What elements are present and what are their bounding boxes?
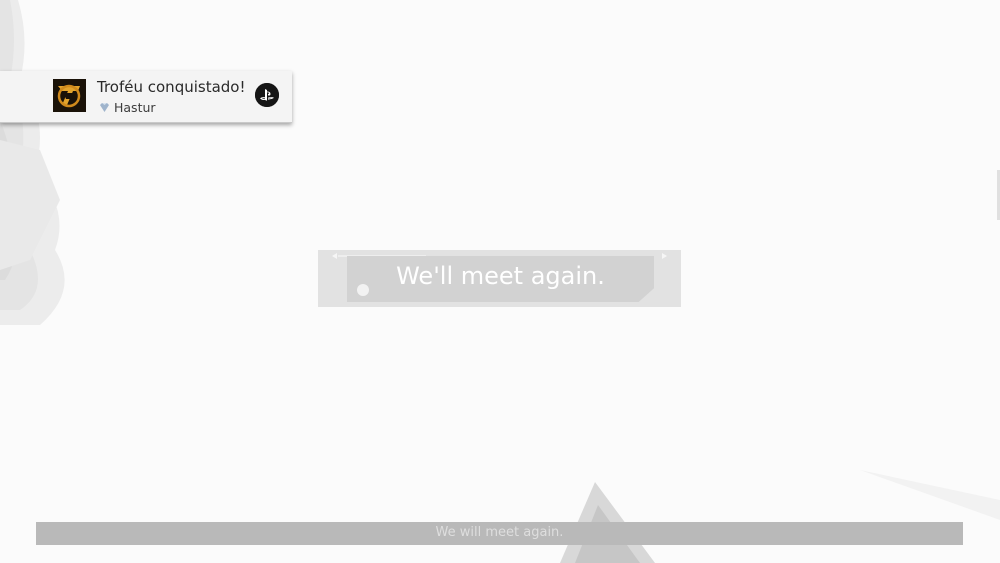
trophy-title: Troféu conquistado! <box>97 78 246 96</box>
subtitle-bar: We will meet again. <box>36 522 963 545</box>
trophy-detail: Hastur <box>99 99 156 115</box>
platinum-trophy-icon <box>100 102 109 112</box>
choice-right-arrow-icon[interactable] <box>662 253 667 259</box>
trophy-name: Hastur <box>114 99 156 115</box>
playstation-logo-icon <box>255 83 279 107</box>
choice-left-arrow-icon[interactable] <box>332 253 337 259</box>
game-emblem-icon <box>53 79 86 112</box>
trophy-notification: Troféu conquistado! Hastur <box>0 71 292 123</box>
subtitle-text: We will meet again. <box>435 525 564 540</box>
dialogue-choice-text[interactable]: We'll meet again. <box>347 262 654 290</box>
